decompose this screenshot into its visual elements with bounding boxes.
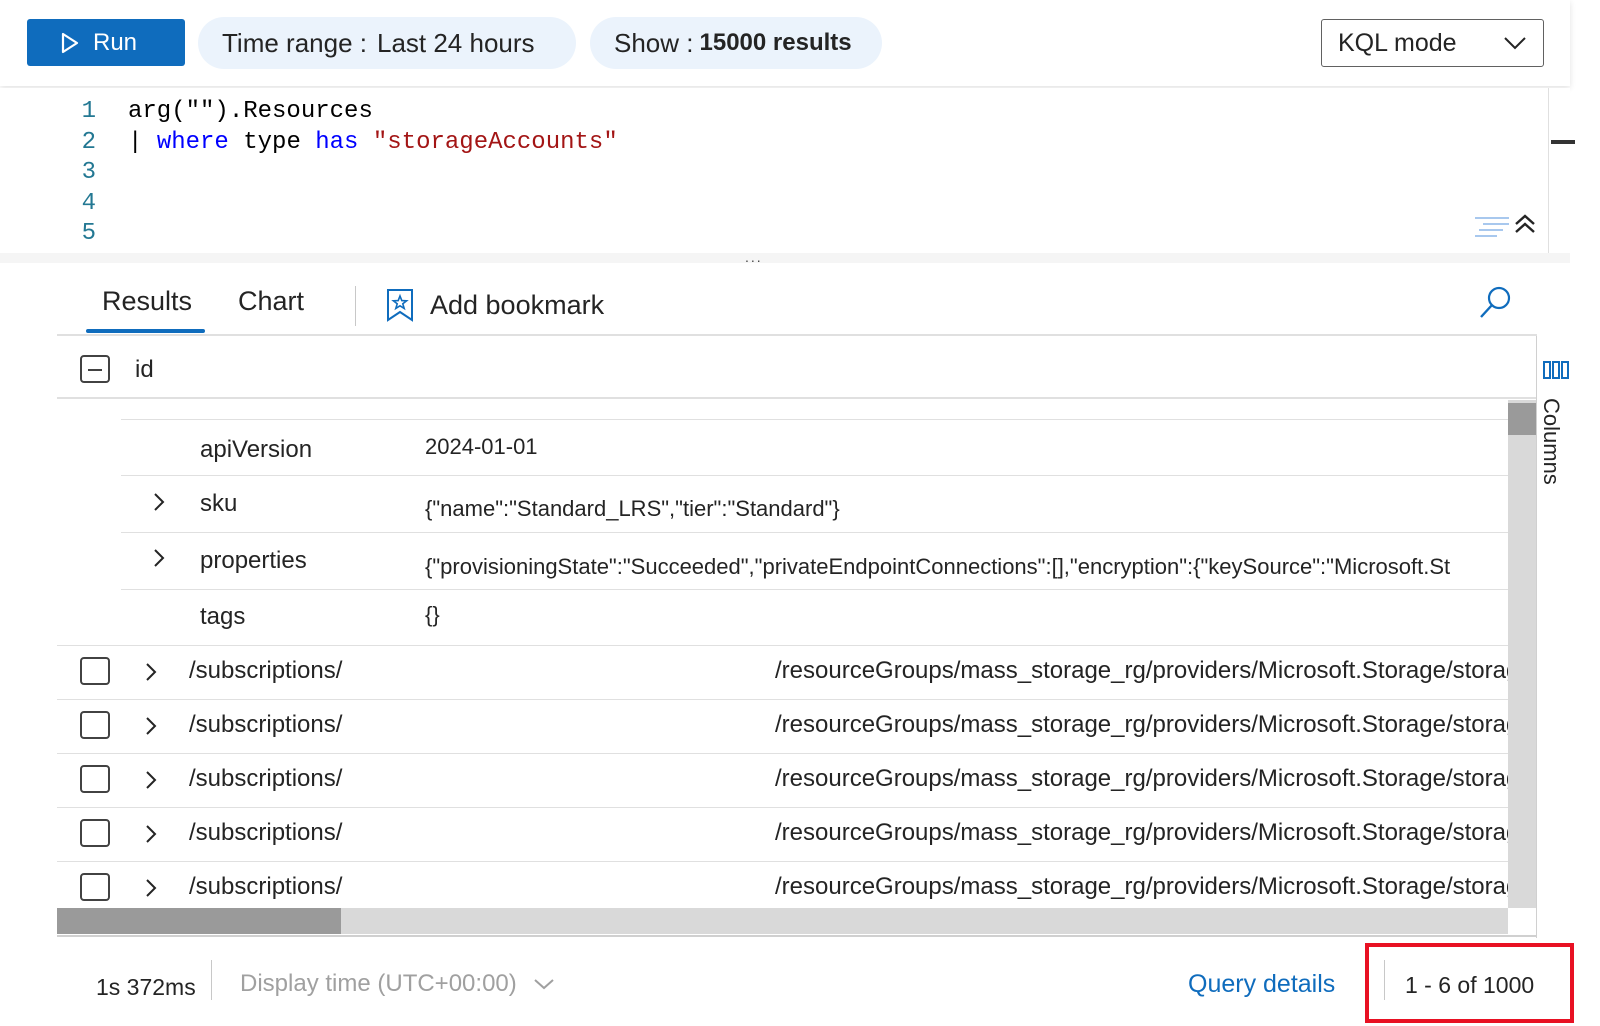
- tab-results[interactable]: Results: [102, 286, 192, 317]
- table-row[interactable]: /subscriptions/ /resourceGroups/mass_sto…: [57, 808, 1508, 862]
- detail-row-partial: [121, 396, 1508, 420]
- redacted-area: [347, 700, 767, 753]
- row-id-prefix: /subscriptions/: [189, 711, 343, 738]
- line-number: 3: [81, 159, 96, 186]
- search-icon[interactable]: [1478, 284, 1514, 325]
- redacted-area: [347, 808, 767, 861]
- display-time-dropdown[interactable]: Display time (UTC+00:00): [240, 970, 555, 998]
- chevron-right-icon[interactable]: [145, 662, 157, 687]
- detail-value: {}: [425, 602, 440, 627]
- side-panel-border: [1536, 336, 1537, 938]
- highlight-annotation: [1365, 943, 1574, 1023]
- code-line-2: | where type has "storageAccounts": [128, 129, 618, 156]
- columns-panel-label[interactable]: Columns: [1538, 398, 1564, 485]
- code-string: "storageAccounts": [372, 129, 618, 156]
- row-checkbox[interactable]: [80, 765, 110, 793]
- show-label: Show :: [614, 27, 694, 58]
- grid-header: [57, 336, 1537, 399]
- detail-key: apiVersion: [200, 436, 313, 463]
- collapse-editor-icon[interactable]: [1513, 213, 1537, 240]
- row-id-prefix: /subscriptions/: [189, 657, 343, 684]
- row-checkbox[interactable]: [80, 873, 110, 901]
- table-row[interactable]: /subscriptions/ /resourceGroups/mass_sto…: [57, 700, 1508, 754]
- format-query-icon[interactable]: [1475, 216, 1509, 243]
- active-tab-indicator: [86, 329, 205, 333]
- grid-bottom-border: [57, 935, 1537, 937]
- run-button-label: Run: [93, 28, 138, 56]
- elapsed-time: 1s 372ms: [96, 974, 196, 1000]
- query-details-link[interactable]: Query details: [1188, 970, 1335, 999]
- chevron-right-icon[interactable]: [145, 770, 157, 795]
- row-checkbox[interactable]: [80, 711, 110, 739]
- line-number: 2: [81, 129, 96, 156]
- row-id-suffix: /resourceGroups/mass_storage_rg/provider…: [775, 819, 1508, 847]
- line-number: 1: [81, 98, 96, 125]
- chevron-right-icon[interactable]: [145, 824, 157, 849]
- chevron-down-icon: [1503, 36, 1527, 50]
- detail-value: {"name":"Standard_LRS","tier":"Standard"…: [425, 496, 840, 521]
- vertical-scrollbar-thumb[interactable]: [1508, 403, 1536, 435]
- splitter-handle[interactable]: ...: [745, 249, 763, 265]
- redacted-area: [347, 862, 767, 908]
- chevron-right-icon[interactable]: [145, 878, 157, 903]
- table-row[interactable]: /subscriptions/ /resourceGroups/mass_sto…: [57, 754, 1508, 808]
- redacted-area: [347, 646, 767, 699]
- tab-chart[interactable]: Chart: [238, 286, 304, 317]
- show-value: 15000 results: [699, 29, 852, 56]
- code-line-1: arg("").Resources: [128, 98, 373, 125]
- time-range-label: Time range :: [222, 27, 367, 58]
- code-keyword-where: where: [156, 129, 229, 156]
- row-id-prefix: /subscriptions/: [189, 819, 343, 846]
- row-checkbox[interactable]: [80, 657, 110, 685]
- row-id-prefix: /subscriptions/: [189, 765, 343, 792]
- detail-key: tags: [200, 603, 246, 630]
- editor-scrollbar-track: [1548, 88, 1549, 253]
- run-button[interactable]: Run: [27, 19, 185, 66]
- row-id-suffix: /resourceGroups/mass_storage_rg/provider…: [775, 657, 1508, 685]
- row-id-suffix: /resourceGroups/mass_storage_rg/provider…: [775, 711, 1508, 739]
- code-identifier: type: [228, 129, 316, 156]
- row-checkbox[interactable]: [80, 819, 110, 847]
- time-range-value: Last 24 hours: [376, 27, 535, 58]
- chevron-right-icon[interactable]: [153, 492, 165, 517]
- vertical-scrollbar[interactable]: [1508, 400, 1536, 908]
- line-number: 5: [81, 220, 96, 247]
- code-pipe: |: [128, 129, 157, 156]
- bookmark-icon: [386, 288, 414, 322]
- detail-value: {"provisioningState":"Succeeded","privat…: [425, 554, 1451, 579]
- table-row[interactable]: /subscriptions/ /resourceGroups/mass_sto…: [57, 646, 1508, 700]
- detail-value: 2024-01-01: [425, 434, 538, 459]
- play-icon: [61, 32, 79, 54]
- mode-value: KQL mode: [1338, 28, 1457, 57]
- pane-splitter[interactable]: [0, 253, 1570, 263]
- display-time-label: Display time (UTC+00:00): [240, 970, 517, 997]
- row-id-suffix: /resourceGroups/mass_storage_rg/provider…: [775, 765, 1508, 793]
- chevron-right-icon[interactable]: [153, 548, 165, 573]
- row-id-suffix: /resourceGroups/mass_storage_rg/provider…: [775, 873, 1508, 901]
- redacted-area: [347, 754, 767, 807]
- row-id-prefix: /subscriptions/: [189, 873, 343, 900]
- line-number: 4: [81, 190, 96, 217]
- detail-key: properties: [200, 547, 307, 574]
- time-range-picker[interactable]: Time range : Last 24 hours: [198, 17, 576, 69]
- select-all-checkbox[interactable]: [80, 355, 110, 383]
- detail-key: sku: [200, 490, 238, 517]
- code-keyword-has: has: [315, 129, 359, 156]
- add-bookmark-label: Add bookmark: [430, 289, 605, 320]
- editor-scroll-marker: [1551, 140, 1575, 144]
- columns-icon: [1543, 361, 1569, 384]
- result-limit-picker[interactable]: Show : 15000 results: [590, 17, 882, 69]
- status-divider: [211, 960, 212, 1000]
- horizontal-scrollbar-thumb[interactable]: [57, 908, 341, 934]
- chevron-down-icon: [533, 978, 555, 990]
- add-bookmark-button[interactable]: Add bookmark: [386, 288, 604, 322]
- mode-dropdown[interactable]: KQL mode: [1321, 19, 1544, 67]
- columns-panel-toggle[interactable]: [1543, 360, 1573, 385]
- table-row[interactable]: /subscriptions/ /resourceGroups/mass_sto…: [57, 862, 1508, 908]
- column-header-id[interactable]: id: [135, 356, 154, 384]
- tab-divider: [355, 286, 356, 326]
- chevron-right-icon[interactable]: [145, 716, 157, 741]
- query-editor[interactable]: 1 2 3 4 5 arg("").Resources | where type…: [0, 88, 1570, 256]
